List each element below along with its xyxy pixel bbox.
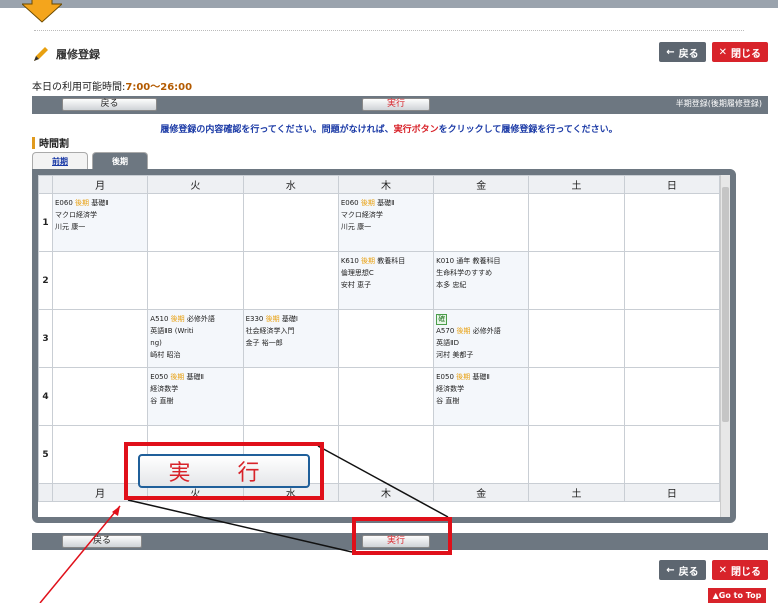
header-row: 月 火 水 木 金 土 日 [38,175,721,194]
empty-cell [242,193,339,252]
divider [34,30,744,31]
corner-cell [38,175,53,194]
pencil-icon [34,47,48,61]
tab-second-term[interactable]: 後期 [92,152,148,169]
page-title: 履修登録 [56,48,100,61]
day-header: 金 [433,175,530,194]
course-cell[interactable]: E050 後期 基礎Ⅱ 経済数学谷 直樹 [147,367,244,426]
close-icon: ✕ [718,46,727,58]
course-cell[interactable]: 確 A570 後期 必修外語 英語ⅡD 河村 美都子 [433,309,530,368]
day-header: 火 [147,175,244,194]
empty-cell [433,193,530,252]
empty-cell [337,367,435,426]
back-button[interactable]: ← 戻る [659,42,706,62]
day-header: 月 [51,175,149,194]
close-icon: ✕ [718,564,727,576]
action-bar-top: 戻る 実行 半期登録(後期履修登録) [32,96,768,114]
empty-cell [337,309,435,368]
scrollbar[interactable] [720,175,730,517]
day-header: 土 [528,175,625,194]
day-header: 水 [242,175,339,194]
period-number: 5 [38,425,53,484]
empty-cell [528,251,625,310]
confirmed-badge: 確 [436,314,448,325]
footer-buttons: ← 戻る ✕ 閉じる [659,560,768,580]
period-number: 3 [38,309,53,368]
arrow-left-icon: ← [666,46,675,58]
course-cell[interactable]: E060 後期 基礎Ⅱ マクロ経済学 川元 康一 [337,193,435,252]
back-button-bottom[interactable]: 戻る [62,535,142,548]
execute-highlight-box [352,517,452,555]
empty-cell [337,425,435,484]
header-buttons: ← 戻る ✕ 閉じる [659,42,768,62]
empty-cell [528,193,625,252]
empty-cell [528,309,625,368]
period-number: 2 [38,251,53,310]
top-bar [0,0,778,8]
page-header: 履修登録 [32,44,100,64]
empty-cell [147,251,244,310]
table-row: 4 E050 後期 基礎Ⅱ 経済数学谷 直樹 E050 後期 基礎Ⅱ 経済数学谷… [38,367,721,426]
back-button-top[interactable]: 戻る [62,98,157,111]
availability-text: 本日の利用可能時間:7:00〜26:00 [32,82,193,93]
period-number: 1 [38,193,53,252]
empty-cell [242,367,339,426]
section-marker [32,136,35,149]
day-header: 木 [337,175,435,194]
back-button-footer[interactable]: ← 戻る [659,560,706,580]
annotation-arrow-down-icon [22,0,62,23]
empty-cell [623,367,721,426]
empty-cell [51,309,149,368]
close-button-footer[interactable]: ✕ 閉じる [711,560,768,580]
day-footer: 土 [528,483,625,502]
section-heading: 時間割 [32,135,69,150]
course-cell[interactable]: K610 後期 教養科目 倫理思想C 安村 恵子 [337,251,435,310]
scrollbar-thumb[interactable] [722,187,729,422]
corner-cell [38,483,53,502]
execute-callout: 実 行 [124,442,324,500]
tab-first-term[interactable]: 前期 [32,152,88,169]
day-header: 日 [623,175,721,194]
day-footer: 日 [623,483,721,502]
table-row: 1 E060 後期 基礎Ⅱ マクロ経済学 川元 康一 E060 後期 基礎Ⅱ マク… [38,193,721,252]
instruction-text: 履修登録の内容確認を行ってください。問題がなければ、実行ボタンをクリックして履修… [160,125,618,135]
empty-cell [623,193,721,252]
period-number: 4 [38,367,53,426]
empty-cell [51,251,149,310]
arrow-left-icon: ← [666,564,675,576]
empty-cell [623,251,721,310]
table-row: 2 K610 後期 教養科目 倫理思想C 安村 恵子 K010 通年 教養科目 生… [38,251,721,310]
empty-cell [528,425,625,484]
course-cell[interactable]: A510 後期 必修外語 英語ⅡB (Writi ng) 崎村 昭治 [147,309,244,368]
execute-button-enlarged[interactable]: 実 行 [138,454,310,488]
empty-cell [433,425,530,484]
empty-cell [623,425,721,484]
course-cell[interactable]: E330 後期 基礎Ⅰ 社会経済学入門 金子 裕一郎 [242,309,339,368]
table-row: 3 A510 後期 必修外語 英語ⅡB (Writi ng) 崎村 昭治 E330 … [38,309,721,368]
go-to-top-button[interactable]: ▲Go to Top [708,588,766,603]
execute-button-top[interactable]: 実行 [362,98,430,111]
term-tabs: 前期 後期 [32,152,148,169]
phase-note: 半期登録(後期履修登録) [675,99,762,108]
empty-cell [623,309,721,368]
course-cell[interactable]: E060 後期 基礎Ⅱ マクロ経済学 川元 康一 [51,193,149,252]
empty-cell [242,251,339,310]
empty-cell [147,193,244,252]
day-footer: 木 [337,483,435,502]
empty-cell [528,367,625,426]
day-footer: 金 [433,483,530,502]
close-button[interactable]: ✕ 閉じる [711,42,768,62]
course-cell[interactable]: K010 通年 教養科目 生命科学のすすめ 本多 忠紀 [433,251,530,310]
empty-cell [51,367,149,426]
course-cell[interactable]: E050 後期 基礎Ⅱ 経済数学谷 直樹 [433,367,530,426]
